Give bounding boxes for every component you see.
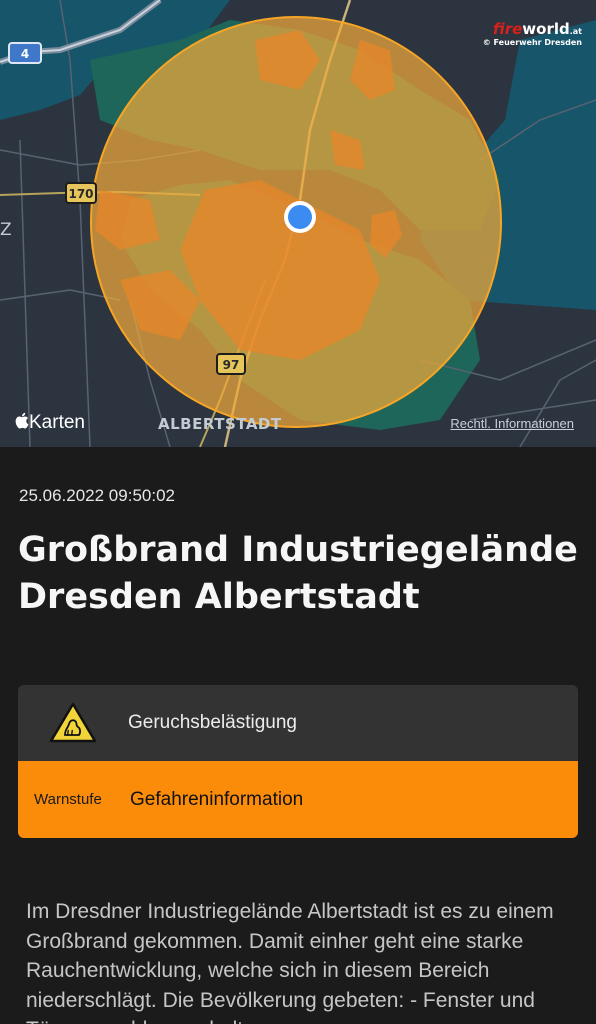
watermark-brand-tld: .at bbox=[569, 27, 582, 36]
road-shield-4: 4 bbox=[8, 42, 42, 64]
watermark-brand: fireworld.at bbox=[483, 22, 582, 37]
watermark-brand-world: world bbox=[522, 20, 570, 38]
map-district-label: ALBERTSTADT bbox=[158, 415, 282, 433]
warning-description: Im Dresdner Industriegelände Albertstadt… bbox=[26, 900, 554, 1024]
odor-warning-icon bbox=[18, 701, 128, 745]
warning-title: Großbrand Industriegelände Dresden Alber… bbox=[18, 530, 578, 617]
event-label: Geruchsbelästigung bbox=[128, 712, 297, 733]
map-view[interactable]: fireworld.at © Feuerwehr Dresden 4 170 9… bbox=[0, 0, 596, 447]
location-dot bbox=[288, 205, 312, 229]
warning-detail: 25.06.2022 09:50:02 Großbrand Industrieg… bbox=[0, 447, 596, 1024]
warning-timestamp: 25.06.2022 09:50:02 bbox=[19, 486, 175, 505]
apple-maps-logo: Karten bbox=[14, 412, 85, 434]
road-shield-97: 97 bbox=[216, 353, 246, 375]
legal-info-link[interactable]: Rechtl. Informationen bbox=[450, 416, 574, 431]
map-label-partial: Z bbox=[0, 220, 12, 240]
warning-info-card: Geruchsbelästigung Warnstufe Gefahreninf… bbox=[18, 685, 578, 838]
warning-level-value: Gefahreninformation bbox=[130, 788, 304, 810]
watermark-credit: © Feuerwehr Dresden bbox=[482, 38, 582, 47]
road-shield-170: 170 bbox=[65, 182, 97, 204]
watermark: fireworld.at © Feuerwehr Dresden bbox=[483, 22, 582, 47]
maps-logo-text: Karten bbox=[29, 412, 85, 433]
map-canvas[interactable] bbox=[0, 0, 596, 447]
event-row: Geruchsbelästigung bbox=[18, 685, 578, 761]
watermark-brand-fire: fire bbox=[492, 20, 523, 38]
apple-icon bbox=[15, 412, 29, 429]
warning-level-row: Warnstufe Gefahreninformation bbox=[18, 761, 578, 838]
warning-level-label: Warnstufe bbox=[34, 791, 102, 808]
